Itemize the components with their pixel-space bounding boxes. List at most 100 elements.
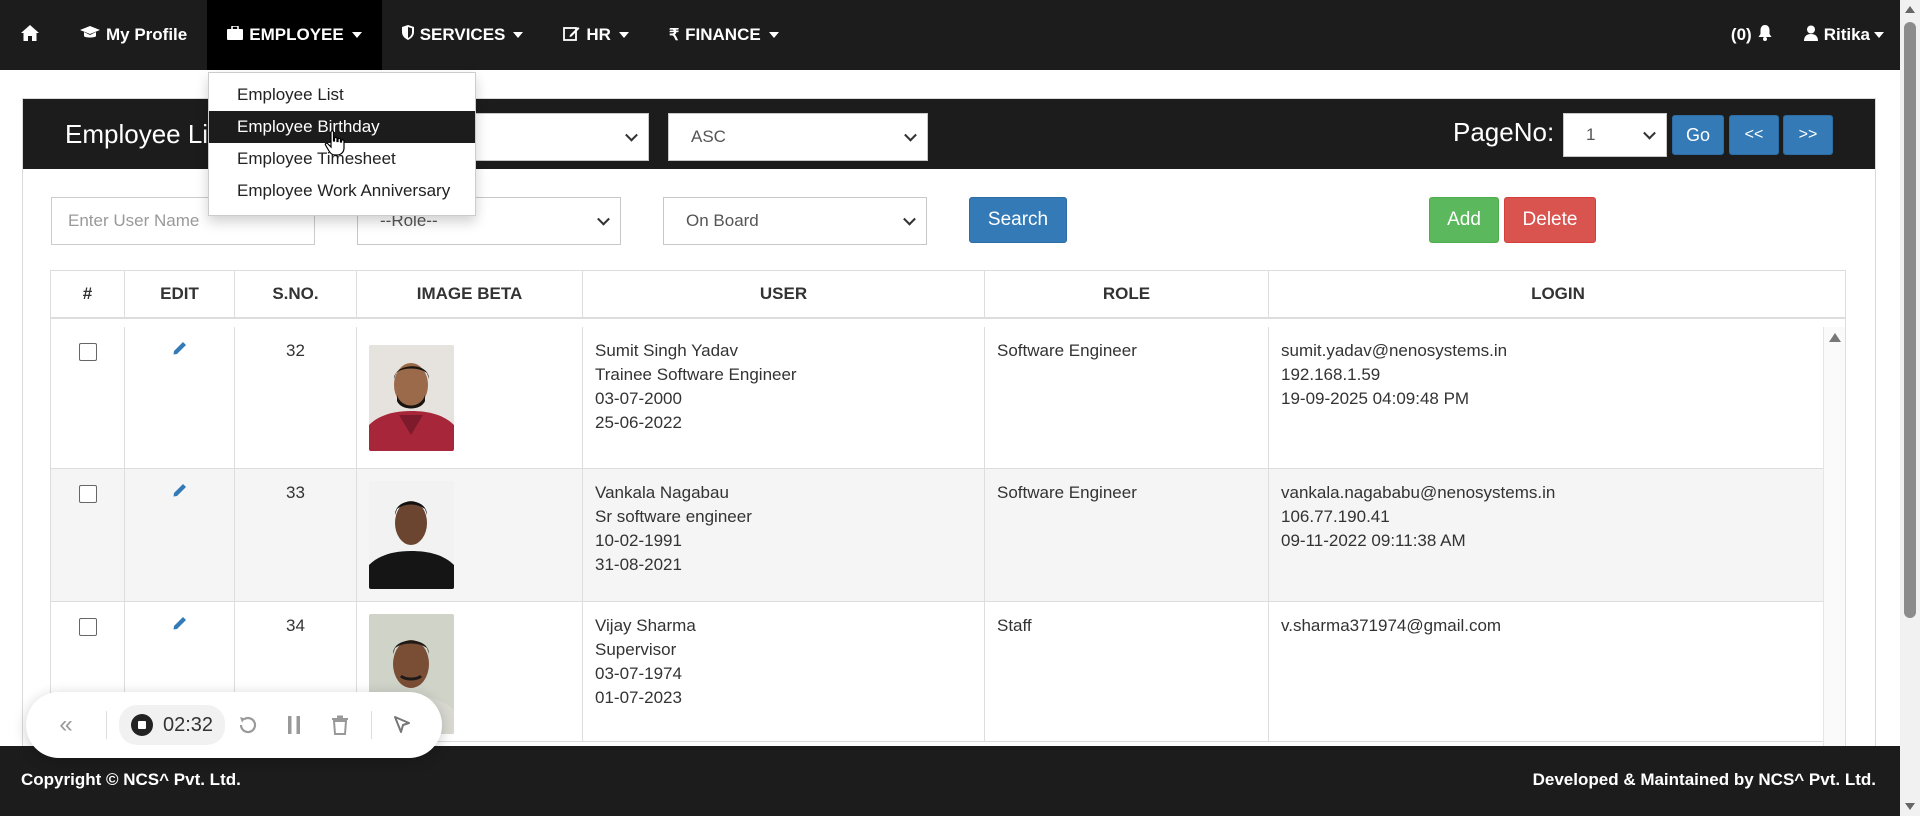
edit-icon [563,25,580,46]
employee-table: # EDIT S.NO. IMAGE BETA USER ROLE LOGIN … [50,270,1846,748]
row-user-cell: Vijay Sharma Supervisor 03-07-1974 01-07… [583,602,985,741]
employee-photo [369,481,454,589]
row-checkbox[interactable] [78,485,97,503]
restart-icon[interactable] [225,714,271,736]
nav-hr-label: HR [586,25,611,44]
graduation-cap-icon [80,25,100,45]
scroll-up-arrow-icon[interactable] [1829,333,1841,342]
caret-down-icon [618,32,629,38]
row-checkbox[interactable] [78,618,97,636]
table-body: 32 Sumit Singh Yadav Trainee Software En… [51,327,1825,742]
recording-timer: 02:32 [119,705,226,745]
row-user-cell: Vankala Nagabau Sr software engineer 10-… [583,469,985,601]
employee-email: v.sharma371974@gmail.com [1281,616,1502,635]
row-checkbox[interactable] [78,343,97,361]
bell-icon [1758,24,1772,46]
chevron-down-icon [904,128,917,142]
previous-page-button[interactable]: << [1729,115,1779,155]
scroll-down-arrow-icon[interactable] [1905,803,1915,810]
scroll-up-arrow-icon[interactable] [1905,6,1915,13]
nav-my-profile-label: My Profile [106,25,188,44]
nav-employee[interactable]: EMPLOYEE [207,0,382,70]
row-role: Software Engineer [985,327,1269,468]
employee-name: Vankala Nagabau [595,483,729,502]
nav-employee-label: EMPLOYEE [249,25,344,44]
window-scrollbar[interactable] [1900,0,1920,816]
nav-hr[interactable]: HR [543,0,649,70]
nav-finance[interactable]: ₹ FINANCE [649,0,799,70]
row-sno: 32 [235,327,357,468]
sort-field-select[interactable] [469,113,649,161]
column-header-sno: S.NO. [235,271,357,317]
employee-last-login: 09-11-2022 09:11:38 AM [1281,531,1466,550]
hand-pointer-icon [324,130,346,163]
pencil-icon[interactable] [172,341,188,360]
chevron-down-icon [597,212,610,226]
pencil-icon[interactable] [172,616,188,635]
add-button[interactable]: Add [1429,197,1499,243]
row-image-cell [357,327,583,468]
employee-dob: 03-07-1974 [595,664,682,683]
row-edit-cell [125,327,235,468]
row-role: Software Engineer [985,469,1269,601]
row-login-cell: vankala.nagababu@nenosystems.in 106.77.1… [1269,469,1825,601]
employee-photo [369,345,454,451]
page-title: Employee List [65,119,229,149]
sort-order-select[interactable]: ASC [668,113,928,161]
chevron-down-icon [1643,126,1656,140]
nav-my-profile[interactable]: My Profile [60,0,207,70]
menu-item-employee-list[interactable]: Employee List [209,79,475,111]
page-number-label: PageNo: [1453,117,1555,147]
divider [106,711,107,739]
row-select-cell [51,327,125,468]
employee-name: Sumit Singh Yadav [595,341,739,360]
home-icon [20,24,40,47]
employee-ip: 192.168.1.59 [1281,365,1381,384]
pencil-icon[interactable] [172,483,188,502]
pause-icon[interactable] [271,715,317,735]
user-icon [1803,25,1818,46]
row-login-cell: v.sharma371974@gmail.com [1269,602,1825,741]
column-header-image: IMAGE BETA [357,271,583,317]
row-role: Staff [985,602,1269,741]
user-name: Ritika [1823,25,1870,44]
status-select-value: On Board [686,211,759,230]
scrollbar-thumb[interactable] [1904,22,1916,618]
table-header: # EDIT S.NO. IMAGE BETA USER ROLE LOGIN [51,271,1845,319]
nav-services[interactable]: SERVICES [382,0,544,70]
chevron-down-icon [903,212,916,226]
row-user-cell: Sumit Singh Yadav Trainee Software Engin… [583,327,985,468]
trash-icon[interactable] [317,715,363,735]
status-select[interactable]: On Board [663,197,927,245]
home-link[interactable] [0,0,60,70]
row-select-cell [51,469,125,601]
table-scrollbar[interactable] [1823,327,1845,747]
employee-dob: 03-07-2000 [595,389,682,408]
column-header-select: # [51,271,125,317]
row-edit-cell [125,469,235,601]
search-button[interactable]: Search [969,197,1067,243]
employee-title: Supervisor [595,640,677,659]
stop-icon[interactable] [131,714,153,736]
user-menu[interactable]: Ritika [1790,0,1900,70]
caret-down-icon [768,32,779,38]
page-number-select[interactable]: 1 [1563,113,1667,157]
table-row: 33 Vankala Nagabau Sr software engineer … [51,469,1825,602]
go-button[interactable]: Go [1672,115,1724,155]
delete-button[interactable]: Delete [1504,197,1596,243]
shield-icon [401,25,414,45]
row-image-cell [357,469,583,601]
caret-down-icon [513,32,524,38]
next-page-button[interactable]: >> [1783,115,1833,155]
notifications-button[interactable]: (0) [1713,0,1790,70]
menu-item-employee-work-anniversary[interactable]: Employee Work Anniversary [209,175,475,207]
table-row: 32 Sumit Singh Yadav Trainee Software En… [51,327,1825,469]
cursor-icon[interactable] [372,715,432,735]
employee-dob: 10-02-1991 [595,531,682,550]
nav-services-label: SERVICES [419,25,506,44]
employee-last-login: 19-09-2025 04:09:48 PM [1281,389,1470,408]
page-number-value: 1 [1586,125,1596,144]
employee-email: vankala.nagababu@nenosystems.in [1281,483,1556,502]
notification-count: (0) [1730,25,1752,44]
collapse-icon[interactable]: « [26,711,106,739]
